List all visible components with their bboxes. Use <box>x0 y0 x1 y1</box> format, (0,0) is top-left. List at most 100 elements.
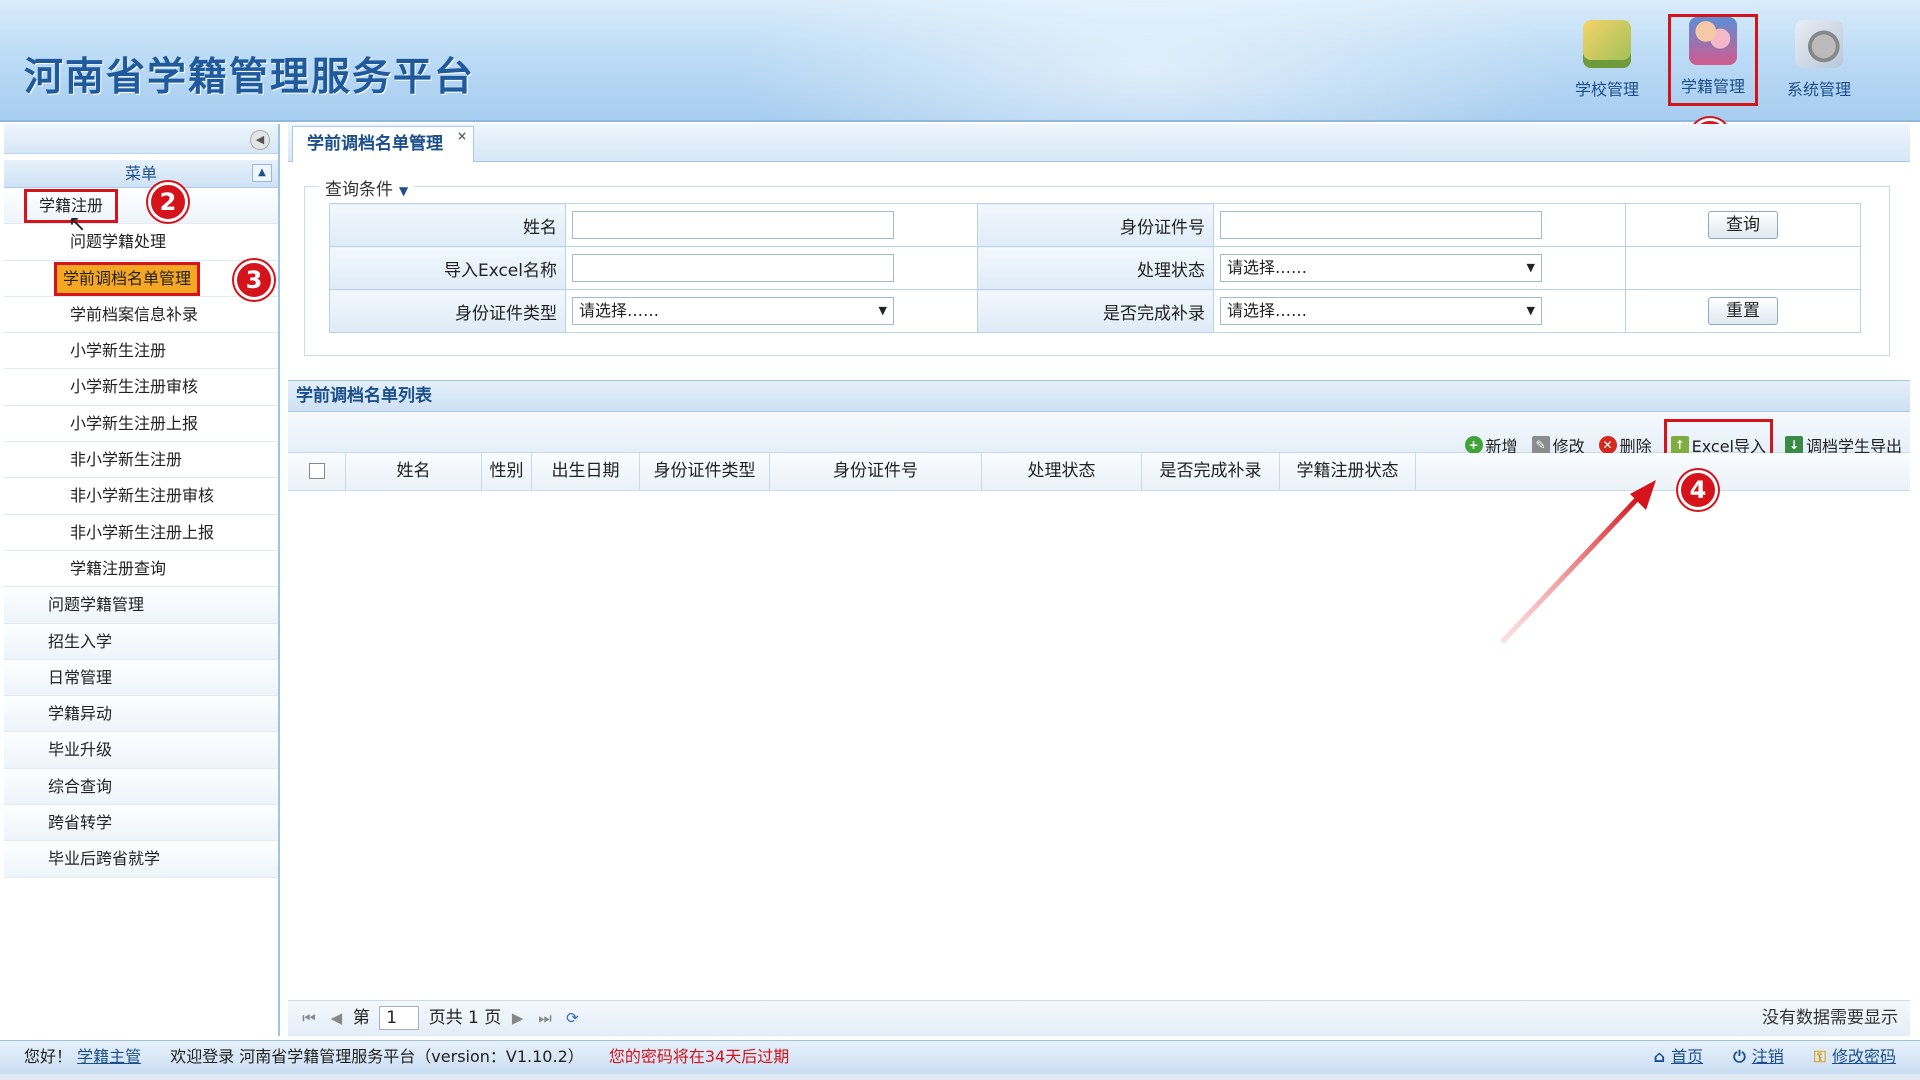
menu-label: 跨省转学 <box>48 813 113 833</box>
tab-preschool-list[interactable]: 学前调档名单管理 × <box>292 126 474 162</box>
last-page-icon[interactable]: ⏭ <box>534 1001 556 1035</box>
menu-label: 学籍异动 <box>48 704 113 724</box>
app-title: 河南省学籍管理服务平台 <box>24 54 476 100</box>
logout-link-wrap[interactable]: ⏻ 注销 <box>1733 1041 1784 1073</box>
sidebar-item-nonprimary-report[interactable]: 非小学新生注册上报 <box>4 514 278 551</box>
sidebar-item-cross-province[interactable]: 跨省转学 <box>4 805 278 842</box>
change-password-link[interactable]: 修改密码 <box>1832 1047 1896 1066</box>
column-header[interactable]: 是否完成补录 <box>1142 453 1280 490</box>
password-warning: 您的密码将在34天后过期 <box>608 1047 790 1066</box>
sidebar-item-registration-query[interactable]: 学籍注册查询 <box>4 550 278 588</box>
complete-select[interactable]: 请选择…… ▼ <box>1220 297 1542 325</box>
name-label: 姓名 <box>329 203 566 247</box>
id-number-input[interactable] <box>1220 211 1542 239</box>
sidebar-item-registration[interactable]: 学籍注册 <box>4 188 278 225</box>
page-total: 页共 1 页 <box>428 1008 502 1028</box>
page-input[interactable]: 1 <box>379 1006 420 1030</box>
status-select[interactable]: 请选择…… ▼ <box>1220 254 1542 282</box>
nav-label: 学籍管理 <box>1680 77 1745 96</box>
first-page-icon[interactable]: ⏮ <box>298 1001 320 1035</box>
query-legend[interactable]: 查询条件 ▼ <box>319 175 415 200</box>
annotation-arrow <box>1500 480 1656 644</box>
tab-bar: 学前调档名单管理 × <box>288 124 1910 162</box>
sidebar-item-nonprimary-register[interactable]: 非小学新生注册 <box>4 442 278 479</box>
column-header[interactable]: 姓名 <box>346 453 482 490</box>
welcome-text: 欢迎登录 河南省学籍管理服务平台（version：V1.10.2） <box>170 1047 584 1066</box>
sidebar-item-preschool-archive[interactable]: 学前档案信息补录 <box>4 296 278 334</box>
column-header[interactable]: 性别 <box>482 453 532 490</box>
sidebar-item-transfer[interactable]: 学籍异动 <box>4 696 278 733</box>
menu-label: 非小学新生注册审核 <box>70 486 215 506</box>
sidebar-item-primary-register[interactable]: 小学新生注册 <box>4 333 278 370</box>
menu-label: 小学新生注册上报 <box>70 413 199 433</box>
header-decoration <box>700 0 1600 120</box>
sidebar-header: 菜单 ▲ <box>4 160 278 188</box>
sidebar-item-nonprimary-review[interactable]: 非小学新生注册审核 <box>4 478 278 515</box>
top-nav: 学校管理 学籍管理 系统管理 <box>1562 14 1864 106</box>
column-header[interactable]: 出生日期 <box>532 453 640 490</box>
collapse-sidebar-icon[interactable]: ◀ <box>250 130 270 150</box>
username-link[interactable]: 学籍主管 <box>77 1047 141 1066</box>
nav-student-management[interactable]: 学籍管理 <box>1668 14 1758 106</box>
name-input[interactable] <box>572 211 894 239</box>
status-bar: 您好！ 学籍主管 欢迎登录 河南省学籍管理服务平台（version：V1.10.… <box>0 1040 1920 1074</box>
query-panel: 查询条件 ▼ 姓名 身份证件号 查询 导入Excel名称 处理状态 请选择…… ▼ <box>304 175 1890 356</box>
column-header[interactable]: 身份证件类型 <box>640 453 770 490</box>
logout-link[interactable]: 注销 <box>1752 1047 1784 1066</box>
menu-label: 招生入学 <box>48 631 113 651</box>
sidebar-item-comprehensive-query[interactable]: 综合查询 <box>4 768 278 806</box>
home-link-wrap[interactable]: ⌂ 首页 <box>1654 1041 1703 1073</box>
reset-button[interactable]: 重置 <box>1708 297 1778 325</box>
prev-page-icon[interactable]: ◀ <box>325 1001 347 1035</box>
greeting: 您好！ <box>24 1047 73 1066</box>
sidebar-item-primary-report[interactable]: 小学新生注册上报 <box>4 405 278 443</box>
select-all-checkbox-cell[interactable] <box>288 453 346 490</box>
chevron-up-icon[interactable]: ▲ <box>252 164 272 182</box>
nav-school-management[interactable]: 学校管理 <box>1562 14 1652 106</box>
student-icon <box>1689 17 1737 65</box>
mouse-cursor-icon: ↖ <box>68 212 87 237</box>
edit-icon: ✎ <box>1531 436 1550 454</box>
change-password-wrap[interactable]: ⚿ 修改密码 <box>1814 1041 1896 1073</box>
excel-name-label: 导入Excel名称 <box>329 246 566 290</box>
power-icon: ⏻ <box>1733 1047 1746 1066</box>
refresh-icon[interactable]: ⟳ <box>561 1001 583 1035</box>
chevron-down-icon: ▼ <box>399 184 409 198</box>
next-page-icon[interactable]: ▶ <box>507 1001 529 1035</box>
id-type-select[interactable]: 请选择…… ▼ <box>572 297 894 325</box>
sidebar-item-problem-management[interactable]: 问题学籍管理 <box>4 587 278 624</box>
id-type-select-value: 请选择…… <box>579 301 660 320</box>
menu-label: 学前档案信息补录 <box>70 304 199 324</box>
menu-label: 学籍注册查询 <box>70 558 167 578</box>
sidebar-item-enrollment[interactable]: 招生入学 <box>4 623 278 660</box>
menu-label: 小学新生注册 <box>70 341 167 361</box>
sidebar-item-post-graduation[interactable]: 毕业后跨省就学 <box>4 841 278 878</box>
nav-system-management[interactable]: 系统管理 <box>1774 14 1864 106</box>
column-header[interactable]: 处理状态 <box>982 453 1142 490</box>
sidebar-item-problem[interactable]: 问题学籍处理 <box>4 224 278 261</box>
menu-label: 毕业后跨省就学 <box>48 849 161 869</box>
dropdown-arrow-icon: ▼ <box>1526 261 1535 274</box>
tab-label: 学前调档名单管理 <box>307 134 443 154</box>
export-icon: ↓ <box>1784 436 1803 454</box>
column-header[interactable]: 学籍注册状态 <box>1280 453 1416 490</box>
home-link[interactable]: 首页 <box>1671 1047 1703 1066</box>
excel-name-input[interactable] <box>572 254 894 282</box>
id-number-label: 身份证件号 <box>977 203 1214 247</box>
close-icon[interactable]: × <box>457 129 467 143</box>
annotation-badge-4: 4 <box>1678 470 1718 510</box>
key-icon: ⚿ <box>1813 1047 1826 1066</box>
sidebar-item-graduation[interactable]: 毕业升级 <box>4 732 278 769</box>
bottom-strip <box>0 1074 1920 1080</box>
select-all-checkbox[interactable] <box>308 463 325 479</box>
menu-label: 毕业升级 <box>48 740 113 760</box>
sidebar-item-daily[interactable]: 日常管理 <box>4 659 278 697</box>
column-header[interactable]: 身份证件号 <box>770 453 982 490</box>
annotation-badge-2: 2 <box>148 182 188 222</box>
menu-label: 日常管理 <box>48 667 113 687</box>
sidebar-item-primary-review[interactable]: 小学新生注册审核 <box>4 369 278 406</box>
dropdown-arrow-icon: ▼ <box>878 304 887 317</box>
search-button[interactable]: 查询 <box>1708 211 1778 239</box>
status-select-value: 请选择…… <box>1227 258 1308 277</box>
sidebar-title: 菜单 <box>124 164 157 183</box>
